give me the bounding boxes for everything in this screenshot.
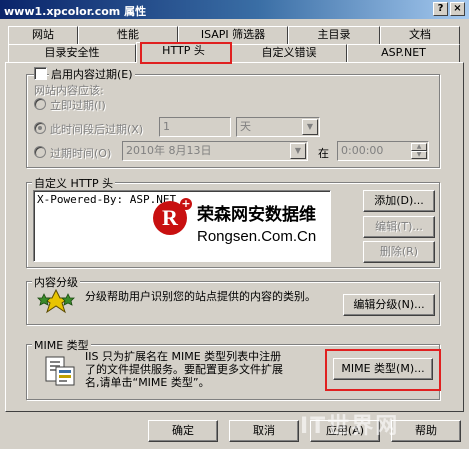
window-title: www1.xpcolor.com 属性 xyxy=(4,5,147,18)
mime-icon xyxy=(44,355,76,389)
tab-directory-security[interactable]: 目录安全性 xyxy=(8,44,136,62)
enable-expiration-checkbox[interactable] xyxy=(34,67,47,80)
ratings-description: 分级帮助用户识别您的站点提供的内容的类别。 xyxy=(85,290,316,303)
mime-description-line1: IIS 只为扩展名在 MIME 类型列表中注册 xyxy=(85,350,282,363)
tab-documents[interactable]: 文档 xyxy=(380,26,460,44)
chevron-down-icon[interactable]: ▼ xyxy=(302,119,318,135)
spinner-up-icon[interactable]: ▲ xyxy=(411,143,427,151)
watermark-cn-text: 荣森网安数据维 xyxy=(197,205,316,225)
mime-description-line2: 了的文件提供服务。要配置更多文件扩展 xyxy=(85,363,283,376)
tab-aspnet[interactable]: ASP.NET xyxy=(347,44,460,62)
edit-header-button[interactable]: 编辑(T)... xyxy=(363,216,435,238)
mime-types-button[interactable]: MIME 类型(M)... xyxy=(333,358,433,380)
custom-headers-label: 自定义 HTTP 头 xyxy=(32,175,116,191)
close-title-button[interactable]: × xyxy=(450,2,465,16)
delete-header-button[interactable]: 删除(R) xyxy=(363,241,435,263)
expire-on-label: 过期时间(O) xyxy=(50,147,112,160)
help-title-button[interactable]: ? xyxy=(433,2,448,16)
tab-website[interactable]: 网站 xyxy=(8,26,78,44)
expire-date-field[interactable]: 2010年 8月13日 xyxy=(122,141,308,161)
tab-home-directory[interactable]: 主目录 xyxy=(288,26,380,44)
expire-after-radio[interactable] xyxy=(34,122,46,134)
corner-watermark: IT世界网 xyxy=(300,414,400,439)
expire-after-label: 此时间段后过期(X) xyxy=(50,123,144,136)
plus-icon: + xyxy=(180,197,192,210)
cancel-button[interactable]: 取消 xyxy=(229,420,299,442)
ratings-icon xyxy=(36,288,76,316)
expire-after-value-field[interactable]: 1 xyxy=(159,117,231,137)
enable-expiration-label: 启用内容过期(E) xyxy=(49,66,135,82)
expire-should-label: 网站内容应该: xyxy=(34,84,104,97)
expire-immediately-label: 立即过期(I) xyxy=(50,99,106,112)
at-label: 在 xyxy=(318,147,329,160)
mime-types-label: MIME 类型 xyxy=(32,337,91,353)
help-button[interactable]: 帮助 xyxy=(391,420,461,442)
tab-custom-errors[interactable]: 自定义错误 xyxy=(231,44,347,62)
chevron-down-icon[interactable]: ▼ xyxy=(290,143,306,159)
spinner-down-icon[interactable]: ▼ xyxy=(411,151,427,159)
expire-immediately-radio[interactable] xyxy=(34,98,46,110)
edit-ratings-button[interactable]: 编辑分级(N)... xyxy=(343,294,435,316)
title-bar: www1.xpcolor.com 属性 ? × xyxy=(0,0,469,19)
mime-description-line3: 名,请单击“MIME 类型”。 xyxy=(85,376,210,389)
watermark-en-text: Rongsen.Com.Cn xyxy=(197,228,317,245)
expire-on-radio[interactable] xyxy=(34,146,46,158)
add-header-button[interactable]: 添加(D)... xyxy=(363,190,435,212)
tab-http-headers[interactable]: HTTP 头 xyxy=(136,42,231,63)
ok-button[interactable]: 确定 xyxy=(148,420,218,442)
